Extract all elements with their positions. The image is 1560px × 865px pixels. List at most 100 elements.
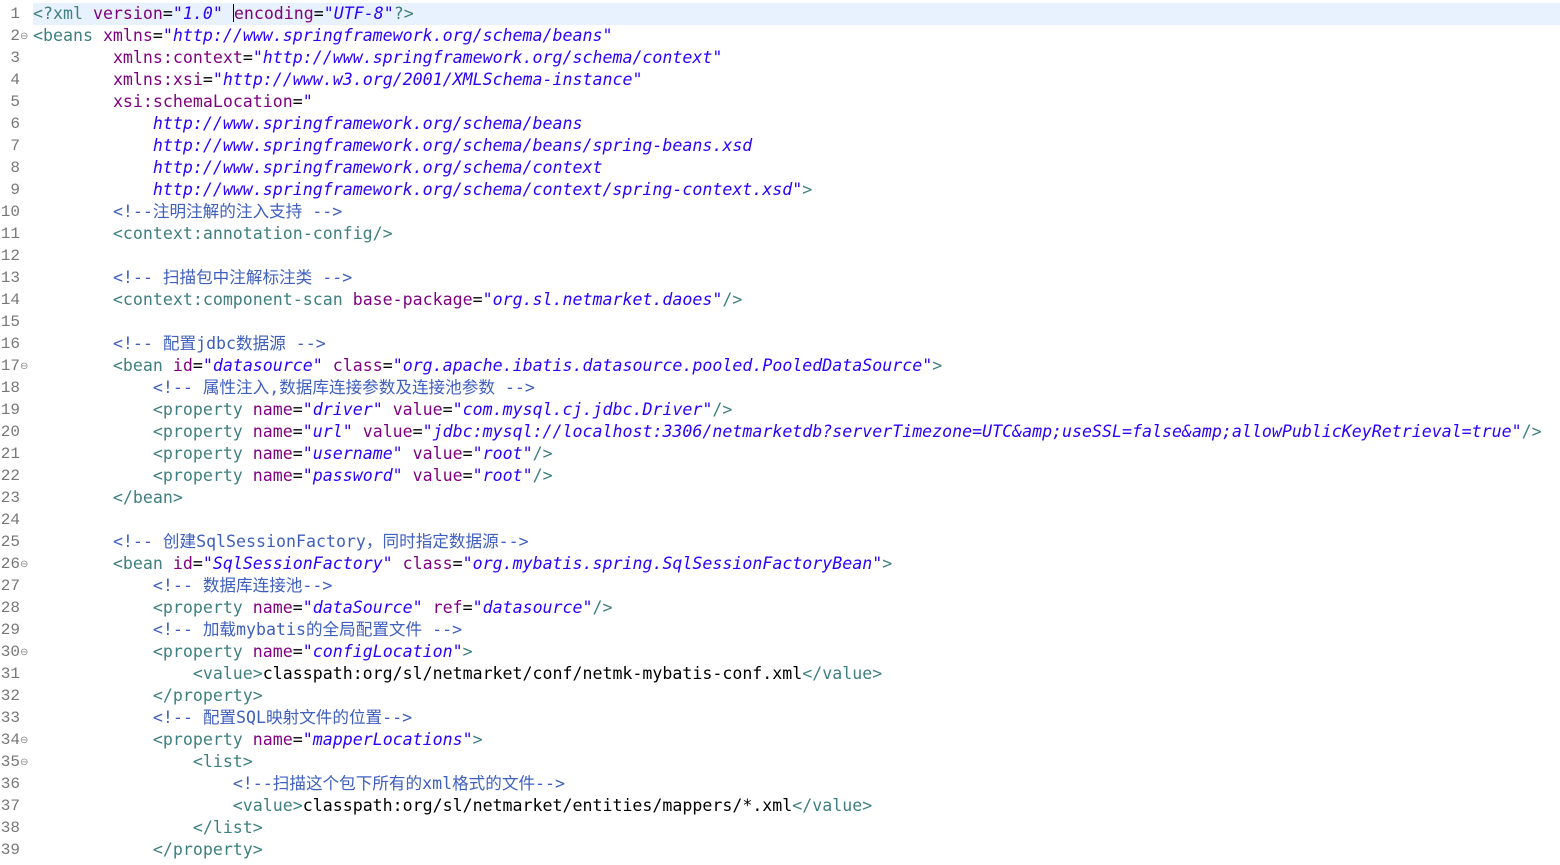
code-token-attr: xmlns:context — [112, 48, 243, 67]
code-line[interactable]: 13 <!-- 扫描包中注解标注类 --> — [0, 267, 1560, 289]
code-line[interactable]: 24 — [0, 509, 1560, 531]
fold-toggle-icon[interactable]: ⊖ — [20, 26, 28, 48]
code-token-tag: > — [932, 356, 943, 375]
line-number: 29 — [0, 621, 20, 639]
code-line[interactable]: 10 <!--注明注解的注入支持 --> — [0, 201, 1560, 223]
code-token-attr: xmlns — [102, 26, 153, 45]
code-line[interactable]: 28 <property name="dataSource" ref="data… — [0, 597, 1560, 619]
code-token-tag: /> — [592, 598, 613, 617]
line-code: xmlns:context="http://www.springframewor… — [33, 47, 722, 69]
code-token-text: = — [292, 444, 303, 463]
code-token-tag: /> — [712, 400, 733, 419]
line-gutter: 3 — [0, 47, 33, 69]
code-line[interactable]: 35 ⊖ <list> — [0, 751, 1560, 773]
code-line[interactable]: 5 xsi:schemaLocation=" — [0, 91, 1560, 113]
code-token-tag: <bean — [33, 554, 173, 573]
code-line[interactable]: 4 xmlns:xsi="http://www.w3.org/2001/XMLS… — [0, 69, 1560, 91]
line-gutter: 20 — [0, 421, 33, 443]
code-line[interactable]: 17 ⊖ <bean id="datasource" class="org.apa… — [0, 355, 1560, 377]
code-line[interactable]: 38 </list> — [0, 817, 1560, 839]
line-gutter: 22 — [0, 465, 33, 487]
code-line[interactable]: 23 </bean> — [0, 487, 1560, 509]
code-line[interactable]: 6 http://www.springframework.org/schema/… — [0, 113, 1560, 135]
line-gutter: 12 — [0, 245, 33, 267]
code-token-text: = — [292, 422, 303, 441]
line-code: <bean id="SqlSessionFactory" class="org.… — [33, 553, 892, 575]
code-line[interactable]: 16 <!-- 配置jdbc数据源 --> — [0, 333, 1560, 355]
line-number: 28 — [0, 599, 20, 617]
code-line[interactable]: 14 <context:component-scan base-package=… — [0, 289, 1560, 311]
code-line[interactable]: 3 xmlns:context="http://www.springframew… — [0, 47, 1560, 69]
line-number: 13 — [0, 269, 20, 287]
code-line[interactable]: 37 <value>classpath:org/sl/netmarket/ent… — [0, 795, 1560, 817]
code-line[interactable]: 12 — [0, 245, 1560, 267]
fold-toggle-icon[interactable]: ⊖ — [20, 554, 28, 576]
code-line[interactable]: 36 <!--扫描这个包下所有的xml格式的文件--> — [0, 773, 1560, 795]
code-line[interactable]: 26 ⊖ <bean id="SqlSessionFactory" class="… — [0, 553, 1560, 575]
code-token-tag: <property — [33, 422, 253, 441]
code-editor[interactable]: 1 <?xml version="1.0" encoding="UTF-8"?> 2… — [0, 3, 1560, 865]
code-line[interactable]: 34 ⊖ <property name="mapperLocations"> — [0, 729, 1560, 751]
code-line[interactable]: 15 — [0, 311, 1560, 333]
code-line[interactable]: 25 <!-- 创建SqlSessionFactory，同时指定数据源--> — [0, 531, 1560, 553]
fold-toggle-icon[interactable]: ⊖ — [20, 642, 28, 664]
line-code: </property> — [33, 839, 263, 861]
line-gutter: 30 ⊖ — [0, 641, 33, 663]
fold-toggle-icon[interactable]: ⊖ — [20, 752, 28, 774]
fold-toggle-icon[interactable]: ⊖ — [20, 730, 28, 752]
code-line[interactable]: 2 ⊖ <beans xmlns="http://www.springframewo… — [0, 25, 1560, 47]
line-number: 34 — [0, 731, 20, 749]
code-line[interactable]: 7 http://www.springframework.org/schema/… — [0, 135, 1560, 157]
line-code: <value>classpath:org/sl/netmarket/entiti… — [33, 795, 872, 817]
line-gutter: 28 — [0, 597, 33, 619]
line-gutter: 29 — [0, 619, 33, 641]
code-token-value: "dataSource" — [302, 598, 423, 617]
line-gutter: 25 — [0, 531, 33, 553]
code-token-tag: <property — [33, 642, 253, 661]
line-number: 19 — [0, 401, 20, 419]
code-line[interactable]: 8 http://www.springframework.org/schema/… — [0, 157, 1560, 179]
code-line[interactable]: 22 <property name="password" value="root… — [0, 465, 1560, 487]
code-line[interactable]: 29 <!-- 加载mybatis的全局配置文件 --> — [0, 619, 1560, 641]
line-gutter: 2 ⊖ — [0, 25, 33, 47]
code-line[interactable]: 21 <property name="username" value="root… — [0, 443, 1560, 465]
code-line[interactable]: 18 <!-- 属性注入,数据库连接参数及连接池参数 --> — [0, 377, 1560, 399]
code-token-value: "org.sl.netmarket.daoes" — [482, 290, 723, 309]
code-token-tag: /> — [1521, 422, 1542, 441]
code-token-tag: </value> — [802, 664, 883, 683]
fold-toggle-icon[interactable]: ⊖ — [20, 356, 28, 378]
code-line[interactable]: 39 </property> — [0, 839, 1560, 861]
code-line[interactable]: 33 <!-- 配置SQL映射文件的位置--> — [0, 707, 1560, 729]
code-line[interactable]: 31 <value>classpath:org/sl/netmarket/con… — [0, 663, 1560, 685]
code-token-attr: name — [252, 422, 293, 441]
code-token-tag: <value> — [33, 796, 303, 815]
code-line[interactable]: 9 http://www.springframework.org/schema/… — [0, 179, 1560, 201]
code-token-tag: <beans — [33, 26, 103, 45]
line-gutter: 38 — [0, 817, 33, 839]
line-code: <!--扫描这个包下所有的xml格式的文件--> — [33, 773, 565, 795]
code-line[interactable]: 11 <context:annotation-config/> — [0, 223, 1560, 245]
line-number: 33 — [0, 709, 20, 727]
code-line[interactable]: 20 <property name="url" value="jdbc:mysq… — [0, 421, 1560, 443]
code-token-attr: class — [322, 356, 383, 375]
line-code: </property> — [33, 685, 263, 707]
line-code: xmlns:xsi="http://www.w3.org/2001/XMLSch… — [33, 69, 643, 91]
line-number: 31 — [0, 665, 20, 683]
line-gutter: 21 — [0, 443, 33, 465]
line-number: 37 — [0, 797, 20, 815]
line-code: <!--注明注解的注入支持 --> — [33, 201, 342, 223]
code-line[interactable]: 1 <?xml version="1.0" encoding="UTF-8"?> — [0, 3, 1560, 25]
code-token-tag: <?xml — [33, 4, 93, 23]
code-line[interactable]: 30 ⊖ <property name="configLocation"> — [0, 641, 1560, 663]
code-line[interactable]: 27 <!-- 数据库连接池--> — [0, 575, 1560, 597]
line-number: 12 — [0, 247, 20, 265]
code-line[interactable]: 19 <property name="driver" value="com.my… — [0, 399, 1560, 421]
code-token-value: "UTF-8" — [323, 4, 394, 23]
line-gutter: 32 — [0, 685, 33, 707]
code-token-tag: <property — [33, 444, 253, 463]
code-line[interactable]: 32 </property> — [0, 685, 1560, 707]
